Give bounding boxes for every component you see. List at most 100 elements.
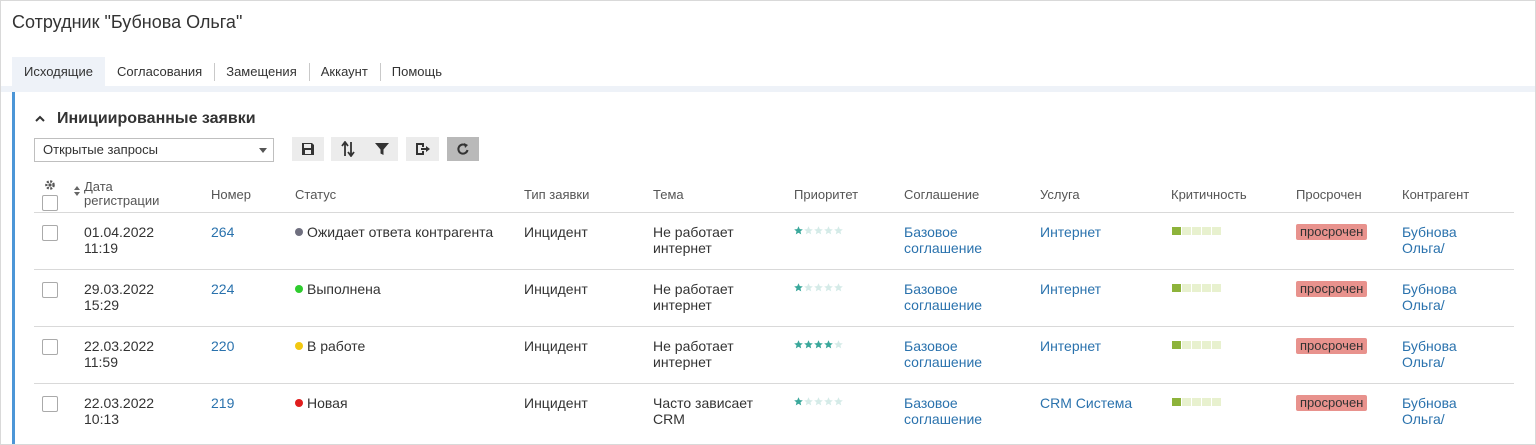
star-icon — [834, 397, 843, 406]
criticality-segment — [1202, 341, 1211, 349]
request-number-link[interactable]: 264 — [211, 224, 234, 240]
star-icon — [824, 226, 833, 235]
export-button[interactable] — [406, 137, 439, 161]
star-icon — [814, 397, 823, 406]
col-contractor[interactable]: Контрагент — [1402, 187, 1469, 202]
star-icon — [834, 283, 843, 292]
status-dot-icon — [295, 285, 303, 293]
request-number-link[interactable]: 219 — [211, 395, 234, 411]
page-title: Сотрудник "Бубнова Ольга" — [12, 12, 243, 32]
table-row[interactable]: 01.04.2022 11:19 264 Ожидает ответа контраг… — [34, 220, 1514, 269]
star-icon — [814, 283, 823, 292]
tab-account[interactable]: Аккаунт — [308, 57, 380, 86]
caret-down-icon — [259, 148, 267, 153]
criticality-segment — [1212, 284, 1221, 292]
agreement-link[interactable]: Базовое — [904, 395, 958, 411]
request-type: Инцидент — [524, 224, 588, 240]
criticality-segment — [1172, 398, 1181, 406]
contractor-link[interactable]: Бубнова — [1402, 281, 1457, 297]
service-link[interactable]: Интернет — [1040, 281, 1101, 297]
refresh-button[interactable] — [447, 137, 479, 161]
star-icon — [834, 226, 843, 235]
col-overdue[interactable]: Просрочен — [1296, 187, 1362, 202]
filter-button[interactable] — [365, 137, 398, 161]
row-checkbox[interactable] — [42, 396, 58, 412]
reg-time: 10:13 — [84, 411, 120, 427]
sort-arrows-icon[interactable] — [74, 186, 80, 196]
section-title: Инициированные заявки — [57, 110, 256, 127]
col-service[interactable]: Услуга — [1040, 187, 1080, 202]
col-date[interactable]: Дата регистрации — [84, 180, 184, 208]
contractor-link[interactable]: Бубнова — [1402, 395, 1457, 411]
agreement-link-line-2[interactable]: соглашение — [904, 354, 982, 370]
status: Выполнена — [295, 281, 381, 297]
contractor-link-line-2[interactable]: Ольга/ — [1402, 411, 1445, 427]
request-number-link[interactable]: 224 — [211, 281, 234, 297]
star-icon — [804, 340, 813, 349]
row-checkbox[interactable] — [42, 339, 58, 355]
contractor-link-line-2[interactable]: Ольга/ — [1402, 240, 1445, 256]
chevron-up-icon[interactable] — [35, 114, 45, 124]
agreement-link[interactable]: Базовое — [904, 338, 958, 354]
topic-line-2: интернет — [653, 297, 712, 313]
row-checkbox[interactable] — [42, 225, 58, 241]
topic-line-1: Часто зависает — [653, 395, 754, 411]
save-icon — [302, 143, 314, 155]
sort-icon — [341, 141, 355, 157]
col-priority[interactable]: Приоритет — [794, 187, 858, 202]
status: Ожидает ответа контрагента — [295, 224, 493, 240]
row-divider — [34, 326, 1514, 327]
reg-time: 11:59 — [84, 354, 118, 370]
col-status[interactable]: Статус — [295, 187, 336, 202]
star-icon — [824, 340, 833, 349]
section-header[interactable]: Инициированные заявки — [35, 110, 256, 128]
criticality-segment — [1192, 398, 1201, 406]
row-checkbox[interactable] — [42, 282, 58, 298]
contractor-link-line-2[interactable]: Ольга/ — [1402, 297, 1445, 313]
agreement-link-line-2[interactable]: соглашение — [904, 297, 982, 313]
tab-help[interactable]: Помощь — [379, 57, 454, 86]
agreement-link-line-2[interactable]: соглашение — [904, 411, 982, 427]
service-link[interactable]: Интернет — [1040, 338, 1101, 354]
criticality-segment — [1192, 341, 1201, 349]
col-criticality[interactable]: Критичность — [1171, 187, 1247, 202]
criticality-bar — [1172, 284, 1221, 292]
tab-bar: Исходящие Согласования Замещения Аккаунт… — [12, 57, 454, 86]
criticality-segment — [1212, 398, 1221, 406]
star-icon — [824, 283, 833, 292]
agreement-link[interactable]: Базовое — [904, 224, 958, 240]
star-icon — [794, 340, 803, 349]
star-icon — [804, 283, 813, 292]
topic-line-1: Не работает — [653, 338, 734, 354]
table-row[interactable]: 22.03.2022 11:59 220 В работе Инцидент Не раб… — [34, 334, 1514, 383]
select-all-checkbox[interactable] — [42, 195, 58, 211]
table-row[interactable]: 29.03.2022 15:29 224 Выполнена Инцидент Не ра… — [34, 277, 1514, 326]
criticality-segment — [1172, 227, 1181, 235]
col-agreement[interactable]: Соглашение — [904, 187, 979, 202]
tab-substitutions[interactable]: Замещения — [214, 57, 309, 86]
contractor-link[interactable]: Бубнова — [1402, 224, 1457, 240]
col-number[interactable]: Номер — [211, 187, 251, 202]
criticality-segment — [1182, 284, 1191, 292]
service-link[interactable]: CRM Система — [1040, 395, 1132, 411]
agreement-link[interactable]: Базовое — [904, 281, 958, 297]
contractor-link-line-2[interactable]: Ольга/ — [1402, 354, 1445, 370]
col-topic[interactable]: Тема — [653, 187, 684, 202]
request-filter-select[interactable]: Открытые запросы — [34, 138, 274, 162]
contractor-link[interactable]: Бубнова — [1402, 338, 1457, 354]
reg-time: 11:19 — [84, 240, 118, 256]
criticality-bar — [1172, 227, 1221, 235]
sort-button[interactable] — [331, 137, 365, 161]
tab-outgoing[interactable]: Исходящие — [12, 57, 105, 86]
request-number-link[interactable]: 220 — [211, 338, 234, 354]
filter-icon — [374, 143, 389, 155]
criticality-segment — [1172, 341, 1181, 349]
table-row[interactable]: 22.03.2022 10:13 219 Новая Инцидент Часто зав… — [34, 391, 1514, 440]
criticality-bar — [1172, 341, 1221, 349]
tab-approvals[interactable]: Согласования — [105, 57, 214, 86]
service-link[interactable]: Интернет — [1040, 224, 1101, 240]
agreement-link-line-2[interactable]: соглашение — [904, 240, 982, 256]
col-type[interactable]: Тип заявки — [524, 187, 589, 202]
save-button[interactable] — [292, 137, 324, 161]
gear-icon[interactable] — [44, 179, 56, 191]
